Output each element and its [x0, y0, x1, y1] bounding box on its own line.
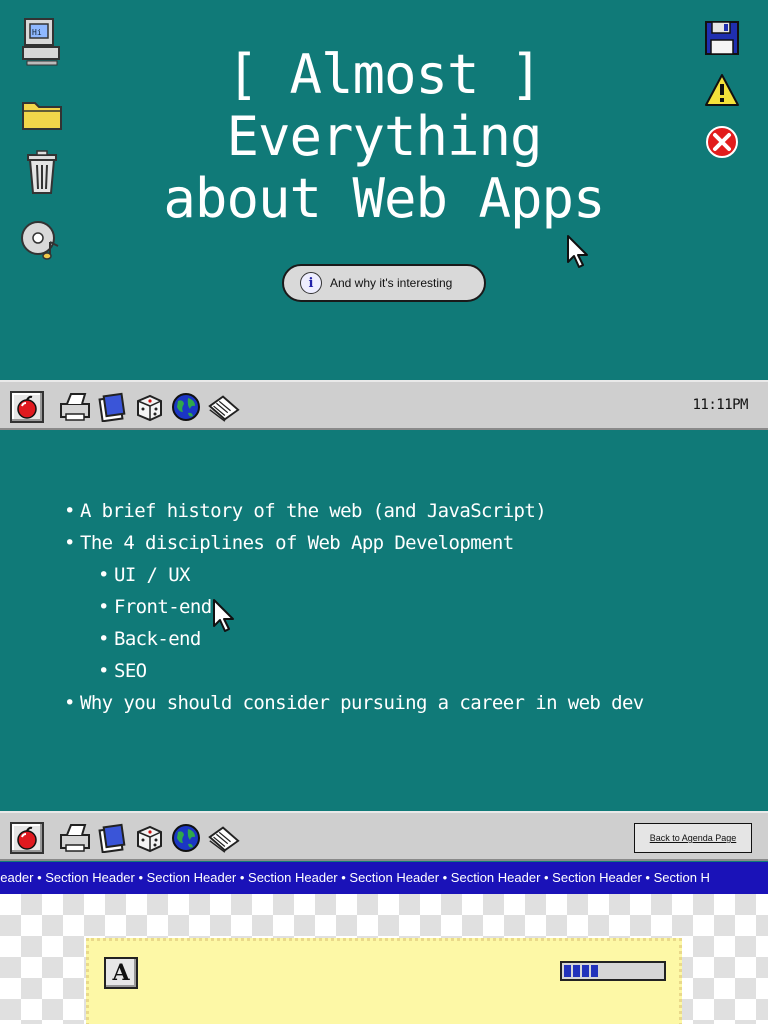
- list-item: UI / UX: [98, 559, 644, 591]
- info-icon: i: [300, 272, 322, 294]
- globe-icon[interactable]: [169, 821, 203, 855]
- mouse-cursor-icon: [213, 599, 234, 632]
- folder-icon[interactable]: [20, 92, 64, 136]
- sticky-note-window: [86, 938, 682, 1024]
- notepad-icon[interactable]: [95, 390, 129, 424]
- font-icon[interactable]: A: [104, 957, 138, 989]
- list-item: The 4 disciplines of Web App Development: [64, 527, 644, 559]
- start-apple-button[interactable]: [10, 822, 44, 854]
- dice-icon[interactable]: [132, 390, 166, 424]
- apple-icon: [17, 826, 37, 850]
- taskbar-clock: 11:11PM: [692, 397, 748, 413]
- agenda-slide: A brief history of the web (and JavaScri…: [0, 431, 768, 811]
- subtitle-label: And why it's interesting: [330, 276, 453, 290]
- printer-icon[interactable]: [58, 821, 92, 855]
- dice-icon[interactable]: [132, 821, 166, 855]
- floppy-disk-icon[interactable]: [700, 16, 744, 60]
- warning-icon[interactable]: [700, 68, 744, 112]
- taskbar-2: Back to Agenda Page: [0, 811, 768, 861]
- apple-icon: [17, 395, 37, 419]
- taskbar: 11:11PM: [0, 380, 768, 430]
- back-to-agenda-button[interactable]: Back to Agenda Page: [634, 823, 752, 853]
- progress-bar: [560, 961, 666, 981]
- progress-fill: [564, 965, 599, 977]
- papers-icon[interactable]: [206, 390, 240, 424]
- title-line-3: about Web Apps: [163, 167, 605, 230]
- agenda-list: A brief history of the web (and JavaScri…: [64, 495, 644, 719]
- error-close-icon[interactable]: [700, 120, 744, 164]
- page-title: [ Almost ] Everything about Web Apps: [120, 44, 648, 230]
- mouse-cursor-icon: [567, 235, 588, 268]
- svg-text:Hi: Hi: [32, 28, 42, 37]
- list-item: A brief history of the web (and JavaScri…: [64, 495, 644, 527]
- taskbar-tray: [58, 821, 240, 855]
- computer-icon[interactable]: Hi: [20, 18, 64, 66]
- list-item: SEO: [98, 655, 644, 687]
- taskbar-tray: [58, 390, 240, 424]
- marquee-text: n Header • Section Header • Section Head…: [0, 870, 710, 885]
- list-item: Front-end: [98, 591, 644, 623]
- cd-music-icon[interactable]: [20, 218, 64, 262]
- papers-icon[interactable]: [206, 821, 240, 855]
- title-slide: Hi [Almost] Everything about Web Apps …: [0, 0, 768, 380]
- trash-icon[interactable]: [20, 150, 64, 194]
- start-apple-button[interactable]: [10, 391, 44, 423]
- notepad-icon[interactable]: [95, 821, 129, 855]
- list-item: Back-end: [98, 623, 644, 655]
- subtitle-button[interactable]: i And why it's interesting: [282, 264, 486, 302]
- list-item: Why you should consider pursuing a caree…: [64, 687, 644, 719]
- section-header-marquee: n Header • Section Header • Section Head…: [0, 862, 768, 894]
- globe-icon[interactable]: [169, 390, 203, 424]
- title-line-2: Everything: [226, 105, 542, 168]
- printer-icon[interactable]: [58, 390, 92, 424]
- title-line-1: [ Almost ]: [226, 43, 542, 106]
